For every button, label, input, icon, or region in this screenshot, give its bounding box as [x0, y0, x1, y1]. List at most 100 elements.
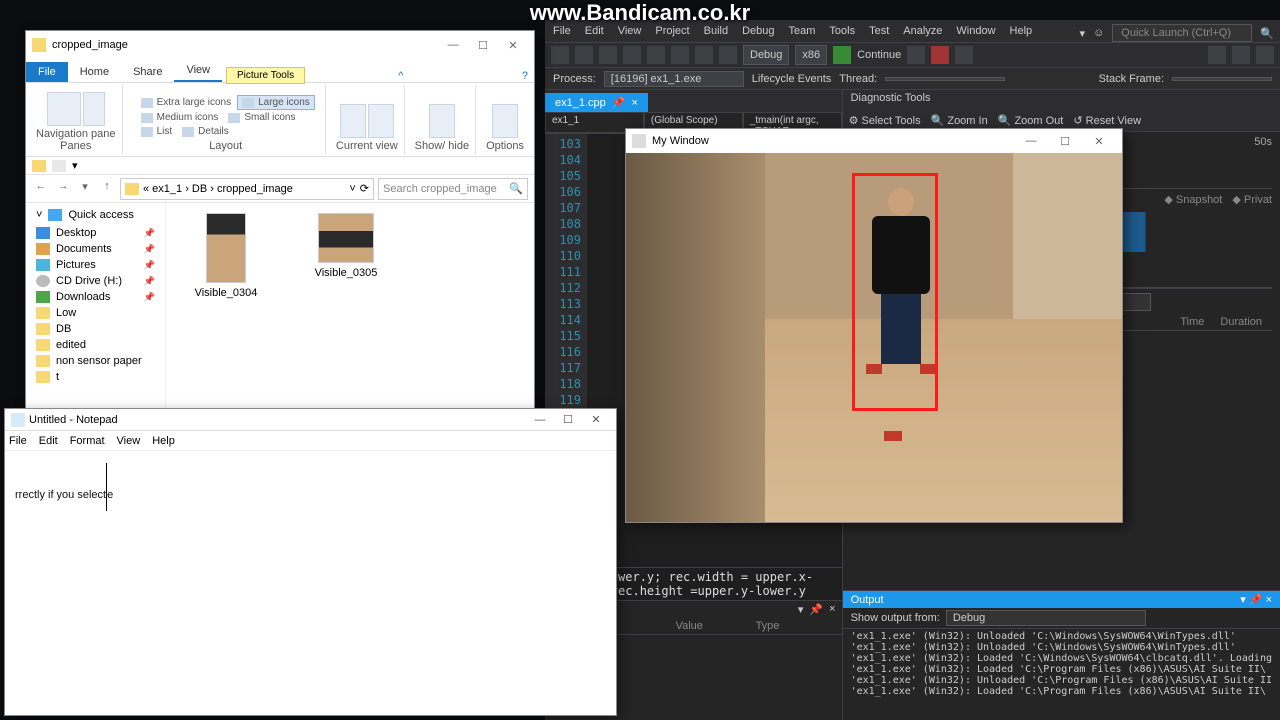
minimize-button[interactable]: — [526, 414, 554, 426]
thread-select[interactable] [885, 77, 1005, 81]
menu-tools[interactable]: Tools [829, 25, 855, 37]
layout-small-icons[interactable]: Small icons [224, 111, 299, 124]
output-text[interactable]: 'ex1_1.exe' (Win32): Unloaded 'C:\Window… [843, 629, 1280, 720]
dropdown-icon[interactable]: ▾ 📌 × [1240, 593, 1272, 606]
arch-select[interactable]: x86 [795, 45, 827, 65]
sidebar-item-cddriveh[interactable]: CD Drive (H:)📌 [26, 273, 165, 289]
quick-access[interactable]: ˅ Quick access [26, 207, 165, 223]
reset-view-button[interactable]: ↺ Reset View [1073, 114, 1141, 127]
layout-details[interactable]: Details [178, 125, 233, 138]
sidebar-item-low[interactable]: Low [26, 305, 165, 321]
chevron-icon[interactable]: ˅ [36, 209, 42, 221]
sidebar-item-pictures[interactable]: Pictures📌 [26, 257, 165, 273]
zoom-out-button[interactable]: 🔍 Zoom Out [998, 114, 1064, 127]
menu-help[interactable]: Help [152, 435, 175, 447]
address-chevron-icon[interactable]: ˅ [349, 183, 355, 195]
locals-value-col[interactable]: Value [676, 620, 756, 632]
menu-build[interactable]: Build [704, 25, 728, 37]
chevron-up-icon[interactable]: ^ [398, 70, 403, 82]
refresh-icon[interactable]: ⟳ [360, 182, 369, 195]
layout-list[interactable]: List [137, 125, 177, 138]
step-over-icon[interactable] [1232, 46, 1250, 64]
sidebar-item-db[interactable]: DB [26, 321, 165, 337]
properties-icon[interactable] [52, 160, 66, 172]
duration-col[interactable]: Duration [1220, 316, 1262, 328]
close-icon[interactable]: × [829, 603, 835, 616]
private-legend[interactable]: ◆ Privat [1232, 193, 1272, 206]
menu-team[interactable]: Team [789, 25, 816, 37]
folder-icon[interactable] [32, 160, 46, 172]
sidebar-item-t[interactable]: t [26, 369, 165, 385]
menu-file[interactable]: File [9, 435, 27, 447]
tab-view[interactable]: View [174, 60, 222, 82]
zoom-in-button[interactable]: 🔍 Zoom In [931, 114, 988, 127]
up-button[interactable]: ↑ [98, 180, 116, 198]
step-into-icon[interactable] [1208, 46, 1226, 64]
sort-button[interactable] [340, 104, 366, 138]
image-viewport[interactable] [626, 153, 1122, 522]
file-item[interactable]: Visible_0304 [186, 213, 266, 299]
preview-pane-button[interactable] [83, 92, 105, 126]
breadcrumb[interactable]: « ex1_1 › DB › cropped_image ˅ ⟳ [120, 178, 374, 200]
stop-icon[interactable] [931, 46, 949, 64]
close-button[interactable]: ✕ [498, 39, 528, 52]
history-chevron-icon[interactable]: ▾ [76, 180, 94, 198]
open-icon[interactable] [623, 46, 641, 64]
layout-extra-large-icons[interactable]: Extra large icons [137, 95, 235, 110]
minimize-button[interactable]: — [438, 39, 468, 51]
search-icon[interactable]: 🔍 [509, 182, 523, 195]
process-select[interactable]: [16196] ex1_1.exe [604, 71, 744, 87]
search-icon[interactable]: 🔍 [1260, 27, 1274, 40]
close-button[interactable]: ✕ [582, 413, 610, 426]
qat-chevron-icon[interactable]: ▾ [72, 159, 78, 172]
break-icon[interactable] [907, 46, 925, 64]
explorer-titlebar[interactable]: cropped_image — ☐ ✕ [26, 31, 534, 59]
navigation-pane-button[interactable] [47, 92, 81, 126]
tab-home[interactable]: Home [68, 62, 121, 82]
restart-icon[interactable] [955, 46, 973, 64]
sidebar-item-edited[interactable]: edited [26, 337, 165, 353]
menu-analyze[interactable]: Analyze [903, 25, 942, 37]
forward-button[interactable]: → [54, 180, 72, 198]
menu-window[interactable]: Window [956, 25, 995, 37]
undo-icon[interactable] [695, 46, 713, 64]
pin-icon[interactable]: 📌 [612, 96, 626, 109]
select-tools-button[interactable]: ⚙ Select Tools [849, 114, 921, 127]
menu-file[interactable]: File [553, 25, 571, 37]
continue-icon[interactable] [833, 46, 851, 64]
layout-medium-icons[interactable]: Medium icons [137, 111, 223, 124]
file-item[interactable]: Visible_0305 [306, 213, 386, 279]
sidebar-item-desktop[interactable]: Desktop📌 [26, 225, 165, 241]
snapshot-legend[interactable]: ◆ Snapshot [1164, 193, 1222, 206]
picture-tools-tab[interactable]: Picture Tools [226, 67, 305, 84]
step-out-icon[interactable] [1256, 46, 1274, 64]
notepad-titlebar[interactable]: Untitled - Notepad — ☐ ✕ [5, 409, 616, 431]
breadcrumb-path[interactable]: « ex1_1 › DB › cropped_image [143, 183, 293, 195]
dropdown-icon[interactable]: ▾ [798, 603, 804, 616]
stackframe-select[interactable] [1172, 77, 1272, 81]
help-icon[interactable]: ? [522, 70, 528, 82]
pin-icon[interactable]: 📌 [809, 603, 823, 616]
showhide-button[interactable] [429, 104, 455, 138]
maximize-button[interactable]: ☐ [468, 39, 498, 52]
continue-button[interactable]: Continue [857, 49, 901, 61]
menu-edit[interactable]: Edit [39, 435, 58, 447]
back-icon[interactable] [551, 46, 569, 64]
options-button[interactable] [492, 104, 518, 138]
output-source-select[interactable]: Debug [946, 610, 1146, 626]
config-select[interactable]: Debug [743, 45, 789, 65]
notepad-textarea[interactable]: rrectly if you selecte [5, 451, 616, 715]
search-input[interactable]: Search cropped_image 🔍 [378, 178, 528, 200]
menu-format[interactable]: Format [70, 435, 105, 447]
sidebar-item-nonsensorpaper[interactable]: non sensor paper [26, 353, 165, 369]
menu-help[interactable]: Help [1010, 25, 1033, 37]
minimize-button[interactable]: — [1014, 135, 1048, 147]
close-icon[interactable]: × [631, 97, 637, 109]
lifecycle-label[interactable]: Lifecycle Events [752, 73, 831, 85]
quick-launch-input[interactable]: Quick Launch (Ctrl+Q) [1112, 24, 1252, 42]
maximize-button[interactable]: ☐ [554, 413, 582, 426]
close-button[interactable]: ✕ [1082, 135, 1116, 148]
back-button[interactable]: ← [32, 180, 50, 198]
menu-edit[interactable]: Edit [585, 25, 604, 37]
feedback-icon[interactable]: ☺ [1093, 27, 1104, 39]
